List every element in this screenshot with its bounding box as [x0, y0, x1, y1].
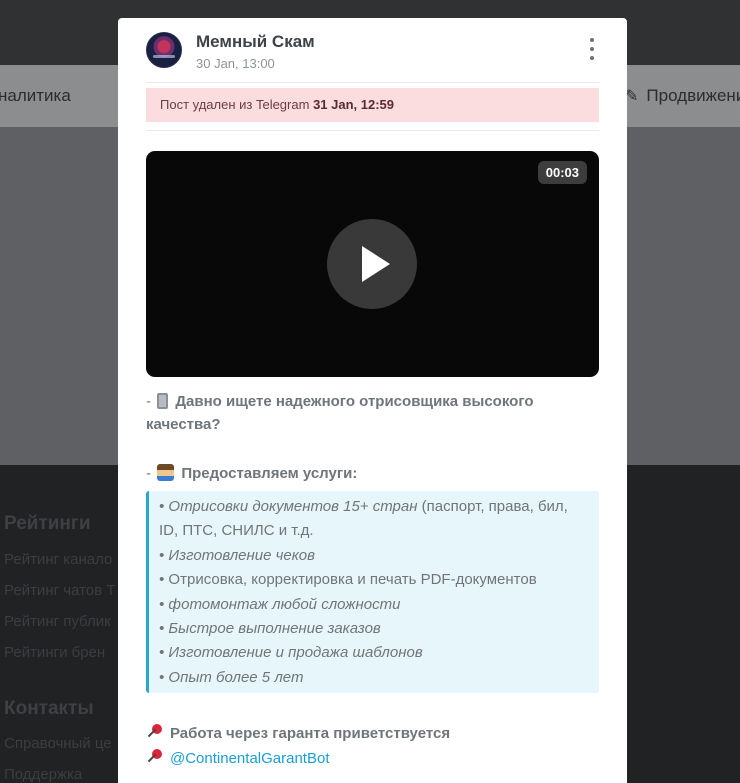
service-item: • Изготовление чеков [159, 546, 315, 564]
post-date: 30 Jan, 13:00 [196, 56, 275, 71]
deleted-notice-text: Пост удален из Telegram [160, 97, 310, 112]
footer-link[interactable]: Рейтинги брен [4, 644, 105, 661]
bot-link-line: @ContinentalGarantBot [146, 747, 599, 770]
line-prefix: - [146, 465, 151, 482]
footer-link[interactable]: Поддержка [4, 766, 82, 783]
video-player[interactable]: 00:03 [146, 151, 599, 377]
service-item: • Отрисовка, корректировка и печать PDF-… [159, 571, 537, 589]
bot-link[interactable]: @ContinentalGarantBot [170, 750, 330, 767]
rocket-icon: ✎ [625, 88, 639, 105]
nav-item-promotion-label: Продвижени [646, 86, 740, 105]
nav-item-analytics[interactable]: налитика [0, 86, 71, 106]
footer-link[interactable]: Рейтинг канало [4, 551, 112, 568]
pushpin-icon [146, 723, 164, 741]
footer-link[interactable]: Рейтинг чатов Т [4, 582, 115, 599]
person-emoji-icon [157, 464, 175, 481]
post-header: Мемный Скам 30 Jan, 13:00 [146, 32, 599, 84]
guarantee-line: Работа через гаранта приветствуется [146, 722, 599, 745]
service-item: • Быстрое выполнение заказов [159, 620, 381, 638]
pushpin-icon [146, 748, 164, 766]
services-quote: • Отрисовки документов 15+ стран (паспор… [146, 491, 599, 693]
divider [146, 130, 599, 131]
service-item: • Отрисовки документов 15+ стран (паспор… [159, 498, 568, 540]
nav-item-promotion[interactable]: ✎ Продвижени [625, 86, 740, 106]
line-prefix: - [146, 393, 151, 410]
footer-link[interactable]: Рейтинг публик [4, 613, 111, 630]
services-heading: Предоставляем услуги: [181, 465, 358, 482]
guarantee-text: Работа через гаранта приветствуется [170, 725, 451, 742]
post-headline: Давно ищете надежного отрисовщика высоко… [146, 393, 534, 433]
post-text-line-2: - Предоставляем услуги: [146, 462, 599, 485]
deleted-notice: Пост удален из Telegram 31 Jan, 12:59 [146, 88, 599, 122]
channel-avatar[interactable] [146, 32, 182, 68]
kebab-menu-icon[interactable] [585, 38, 599, 60]
footer-link[interactable]: Справочный це [4, 735, 112, 752]
footer-ratings-title: Рейтинги [4, 513, 91, 534]
service-item: • Изготовление и продажа шаблонов [159, 644, 423, 662]
post-modal: Мемный Скам 30 Jan, 13:00 Пост удален из… [118, 18, 627, 783]
phone-emoji-icon [157, 393, 169, 409]
post-text-line-1: - Давно ищете надежного отрисовщика высо… [146, 390, 599, 436]
service-item: • Опыт более 5 лет [159, 668, 304, 686]
play-icon[interactable] [327, 219, 417, 309]
deleted-notice-date: 31 Jan, 12:59 [313, 97, 395, 112]
service-item: • фотомонтаж любой сложности [159, 595, 401, 613]
footer-contacts-title: Контакты [4, 698, 94, 719]
video-duration: 00:03 [537, 161, 587, 184]
divider [146, 82, 599, 83]
channel-name[interactable]: Мемный Скам [196, 32, 315, 52]
